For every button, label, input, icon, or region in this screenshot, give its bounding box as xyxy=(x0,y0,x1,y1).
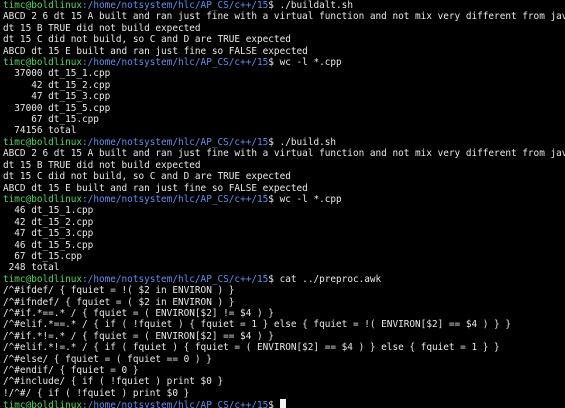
output-line: /^#ifdef/ { fquiet = !( $2 in ENVIRON ) … xyxy=(3,285,235,297)
output-line: /^#elif.*!=.* / { if ( fquiet ) { fquiet… xyxy=(3,342,500,354)
output-line: 42 dt_15_2.cpp xyxy=(3,79,111,91)
output-line: /^#if.*!=.* / { fquiet = ( ENVIRON[$2] =… xyxy=(3,330,274,342)
output-line: dt 15 C did not build, so C and D are TR… xyxy=(3,34,291,46)
output-line: /^#else/ { fquiet = ( fquiet == 0 ) } xyxy=(3,353,212,365)
output-line: dt 15 B TRUE did not build expected xyxy=(3,22,201,34)
command-text: ./buildalt.sh xyxy=(279,0,353,11)
output-line: 47 dt_15_3.cpp xyxy=(3,228,94,240)
output-line: /^#if.*==.* / { fquiet = ( ENVIRON[$2] !… xyxy=(3,307,274,319)
output-line: 74156 total xyxy=(3,125,77,137)
output-line: 248 total xyxy=(3,262,60,274)
command-text: ./build.sh xyxy=(279,136,337,148)
prompt-path: :/home/notsystem/hlc/AP_CS/c++/15 xyxy=(82,400,269,408)
prompt-path: :/home/notsystem/hlc/AP_CS/c++/15 xyxy=(82,136,269,148)
prompt-user-host: timc@boldlinux xyxy=(3,400,83,408)
prompt-line: timc@boldlinux:/home/notsystem/hlc/AP_CS… xyxy=(3,57,565,68)
output-line: 42 dt_15_2.cpp xyxy=(3,216,94,228)
terminal-window[interactable]: timc@boldlinux:/home/notsystem/hlc/AP_CS… xyxy=(0,0,565,408)
prompt-user-host: timc@boldlinux xyxy=(3,0,83,11)
output-line: 37000 dt_15_1.cpp xyxy=(3,68,111,80)
prompt-symbol: $ xyxy=(268,136,280,148)
output-line: 46 dt_15_1.cpp xyxy=(3,205,94,217)
output-line: ABCD dt 15 E built and ran just fine so … xyxy=(3,182,308,194)
prompt-symbol: $ xyxy=(268,57,280,69)
output-line: ABCD 2 6 dt 15 A built and ran just fine… xyxy=(3,148,565,160)
output-line: ABCD dt 15 E built and ran just fine so … xyxy=(3,45,308,57)
output-line: 67 dt_15.cpp xyxy=(3,250,83,262)
command-text: cat ../preproc.awk xyxy=(279,273,382,285)
output-line: dt 15 C did not build, so C and D are TR… xyxy=(3,171,291,183)
prompt-user-host: timc@boldlinux xyxy=(3,273,83,285)
output-line: 37000 dt_15_5.cpp xyxy=(3,102,111,114)
output-line: /^#endif/ { fquiet = 0 } xyxy=(3,365,139,376)
output-line: dt 15 B TRUE did not build expected xyxy=(3,159,201,171)
prompt-symbol: $ xyxy=(268,273,280,285)
output-line: 47 dt_15_3.cpp xyxy=(3,91,111,103)
prompt-user-host: timc@boldlinux xyxy=(3,136,83,148)
prompt-symbol: $ xyxy=(268,193,280,205)
prompt-line: timc@boldlinux:/home/notsystem/hlc/AP_CS… xyxy=(3,399,565,408)
output-line: /^#ifndef/ { fquiet = ( $2 in ENVIRON ) … xyxy=(3,296,235,308)
output-line: /^#include/ { if ( !fquiet ) print $0 } xyxy=(3,376,224,388)
prompt-user-host: timc@boldlinux xyxy=(3,193,83,205)
prompt-symbol: $ xyxy=(268,400,280,408)
prompt-path: :/home/notsystem/hlc/AP_CS/c++/15 xyxy=(82,0,269,11)
output-line: 67 dt_15.cpp xyxy=(3,114,99,126)
prompt-symbol: $ xyxy=(268,0,280,11)
text-cursor[interactable] xyxy=(279,399,286,408)
output-line: /^#elif.*==.* / { if ( !fquiet ) { fquie… xyxy=(3,319,511,331)
prompt-user-host: timc@boldlinux xyxy=(3,57,83,69)
prompt-line: timc@boldlinux:/home/notsystem/hlc/AP_CS… xyxy=(3,274,565,285)
command-text: wc -l *.cpp xyxy=(279,193,342,205)
prompt-line: timc@boldlinux:/home/notsystem/hlc/AP_CS… xyxy=(3,194,565,205)
prompt-path: :/home/notsystem/hlc/AP_CS/c++/15 xyxy=(82,57,269,69)
output-line: !/^#/ { if ( !fquiet ) print $0 } xyxy=(3,387,190,399)
prompt-line: timc@boldlinux:/home/notsystem/hlc/AP_CS… xyxy=(3,0,565,11)
output-line: ABCD 2 6 dt 15 A built and ran just fine… xyxy=(3,11,565,23)
prompt-line: timc@boldlinux:/home/notsystem/hlc/AP_CS… xyxy=(3,137,565,148)
prompt-path: :/home/notsystem/hlc/AP_CS/c++/15 xyxy=(82,193,269,205)
prompt-path: :/home/notsystem/hlc/AP_CS/c++/15 xyxy=(82,273,269,285)
output-line: 46 dt_15_5.cpp xyxy=(3,239,94,251)
command-text: wc -l *.cpp xyxy=(279,57,342,69)
